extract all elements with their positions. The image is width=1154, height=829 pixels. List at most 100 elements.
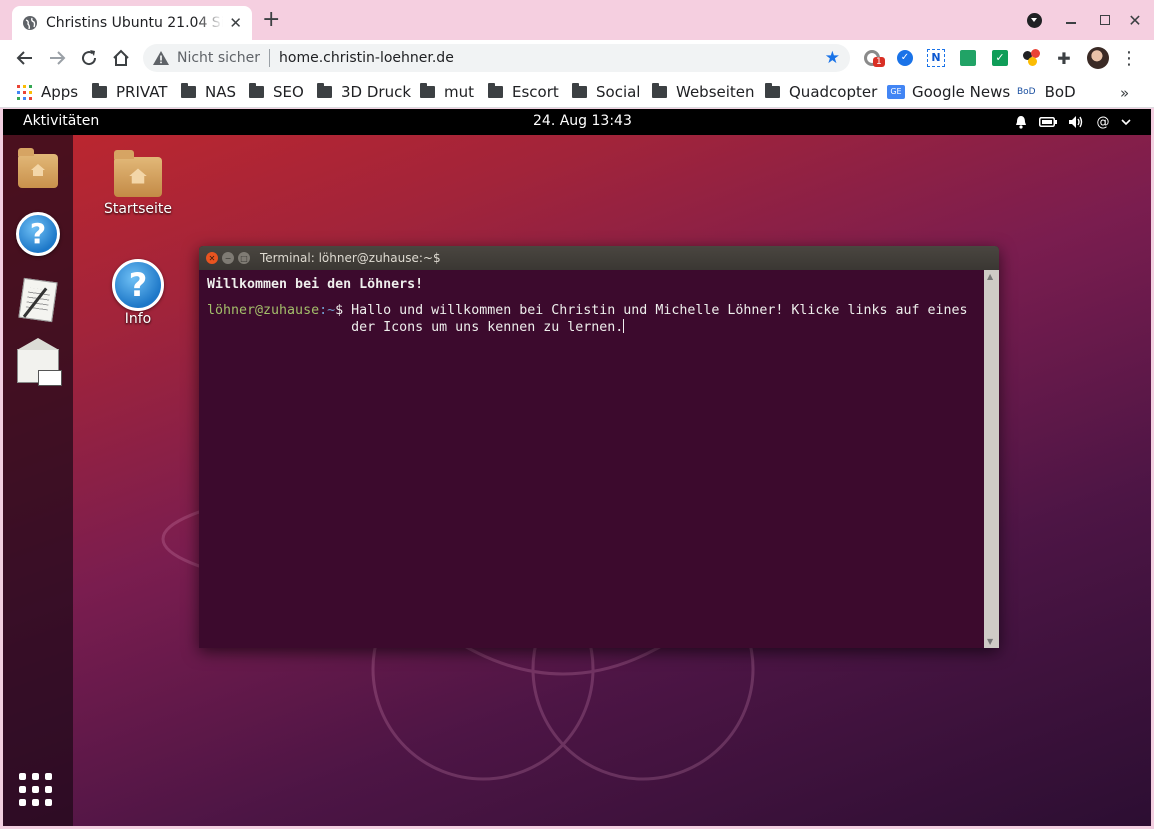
chevron-down-icon xyxy=(1026,12,1042,28)
home-button[interactable] xyxy=(109,46,133,70)
home-folder-icon xyxy=(114,150,162,197)
profile-button[interactable] xyxy=(1086,47,1110,69)
bookmark-apps[interactable]: Apps xyxy=(17,80,78,104)
folder-icon xyxy=(181,83,196,98)
bell-icon[interactable] xyxy=(1013,114,1029,130)
bookmark-bod[interactable]: BoD BoD xyxy=(1017,80,1076,104)
dock-help[interactable]: ? xyxy=(15,211,61,257)
url-text[interactable]: home.christin-loehner.de xyxy=(279,50,454,66)
bookmark-star-icon[interactable]: ★ xyxy=(825,48,840,68)
green-check-extension-icon: ✓ xyxy=(992,50,1008,66)
browser-tab[interactable]: Christins Ubuntu 21.04 Simulation ✕ xyxy=(12,6,252,40)
bookmark-folder-mut[interactable]: mut xyxy=(420,80,474,104)
prompt-symbol: $ xyxy=(335,303,352,318)
separator xyxy=(269,49,270,67)
prompt-message: Hallo und willkommen bei Christin und Mi… xyxy=(351,303,968,335)
bookmark-label: Quadcopter xyxy=(789,83,878,101)
scroll-down-arrow-icon[interactable]: ▼ xyxy=(987,637,993,646)
avatar xyxy=(1087,47,1109,69)
terminal-window[interactable]: ✕ − □ Terminal: löhner@zuhause:~$ Willko… xyxy=(199,246,999,648)
terminal-scrollbar[interactable]: ▲ ▼ xyxy=(984,270,999,648)
extensions-button[interactable]: ✚ xyxy=(1054,48,1074,68)
folder-icon xyxy=(488,83,503,98)
more-bookmarks-button[interactable]: » xyxy=(1120,84,1129,102)
security-label[interactable]: Nicht sicher xyxy=(177,50,260,66)
checkmark-extension-icon: ✓ xyxy=(897,50,913,66)
battery-icon[interactable] xyxy=(1038,114,1058,130)
close-window-button[interactable]: ✕ xyxy=(1126,8,1144,32)
tab-search-button[interactable] xyxy=(1024,8,1044,32)
folder-icon xyxy=(765,83,780,98)
terminal-titlebar[interactable]: ✕ − □ Terminal: löhner@zuhause:~$ xyxy=(199,246,999,270)
folder-icon xyxy=(92,83,107,98)
bookmark-google-news[interactable]: GE Google News xyxy=(887,80,1010,104)
show-applications-grid-icon[interactable] xyxy=(19,773,52,806)
clock[interactable]: 24. Aug 13:43 xyxy=(533,113,632,129)
globe-icon xyxy=(23,16,37,30)
text-cursor xyxy=(623,319,625,333)
system-menu-chevron-icon[interactable] xyxy=(1119,114,1133,130)
kebab-menu-icon: ⋮ xyxy=(1120,47,1138,69)
extension-gray-button[interactable]: 1 xyxy=(862,48,885,68)
extension-dots-button[interactable] xyxy=(1022,48,1042,68)
dock-mail[interactable] xyxy=(15,338,62,389)
volume-icon[interactable] xyxy=(1067,114,1085,130)
colored-dots-extension-icon xyxy=(1023,49,1041,67)
bookmark-label: PRIVAT xyxy=(116,83,168,101)
bookmark-folder-3d-druck[interactable]: 3D Druck xyxy=(317,80,411,104)
bookmark-folder-social[interactable]: Social xyxy=(572,80,640,104)
terminal-minimize-button[interactable]: − xyxy=(222,252,234,264)
activities-button[interactable]: Aktivitäten xyxy=(23,113,99,129)
browser-toolbar: Nicht sicher home.christin-loehner.de ★ … xyxy=(0,40,1154,76)
text-editor-icon xyxy=(18,277,58,323)
bookmark-folder-privat[interactable]: PRIVAT xyxy=(92,80,167,104)
menu-button[interactable]: ⋮ xyxy=(1119,47,1139,69)
bookmark-folder-seo[interactable]: SEO xyxy=(249,80,304,104)
bookmark-label: NAS xyxy=(205,83,237,101)
bookmark-label: Webseiten xyxy=(676,83,755,101)
extension-badge: 1 xyxy=(873,57,885,67)
bookmark-folder-escort[interactable]: Escort xyxy=(488,80,559,104)
help-icon: ? xyxy=(16,212,60,256)
bookmark-folder-nas[interactable]: NAS xyxy=(181,80,236,104)
extension-green2-button[interactable]: ✓ xyxy=(990,48,1010,68)
terminal-welcome: Willkommen bei den Löhners! xyxy=(207,277,424,292)
forward-button[interactable] xyxy=(45,46,69,70)
home-folder-icon xyxy=(18,148,58,188)
bookmark-folder-quadcopter[interactable]: Quadcopter xyxy=(765,80,877,104)
ubuntu-desktop: Aktivitäten 24. Aug 13:43 @ ? Startseite… xyxy=(3,109,1151,826)
help-icon: ? xyxy=(112,259,164,311)
dock-text-editor[interactable] xyxy=(15,277,61,323)
new-tab-button[interactable]: + xyxy=(262,9,280,31)
mail-contact-icon xyxy=(17,338,62,386)
address-bar[interactable]: Nicht sicher home.christin-loehner.de ★ xyxy=(143,44,850,72)
back-button[interactable] xyxy=(13,46,37,70)
bookmark-label: Google News xyxy=(912,83,1011,101)
extension-green-button[interactable] xyxy=(958,48,978,68)
puzzle-icon: ✚ xyxy=(1057,48,1071,68)
folder-icon xyxy=(249,83,264,98)
extension-n-button[interactable]: N xyxy=(926,48,946,68)
maximize-button[interactable] xyxy=(1096,8,1114,32)
desktop-icon-info[interactable]: ? Info xyxy=(93,259,183,327)
extension-blue-button[interactable]: ✓ xyxy=(895,48,915,68)
home-icon xyxy=(113,49,129,66)
terminal-prompt-line: löhner@zuhause:~ $ Hallo und willkommen b… xyxy=(207,303,976,336)
desktop-icon-startseite[interactable]: Startseite xyxy=(93,149,183,217)
dock-home-folder[interactable] xyxy=(15,145,61,191)
terminal-maximize-button[interactable]: □ xyxy=(238,252,250,264)
terminal-title: Terminal: löhner@zuhause:~$ xyxy=(260,251,441,265)
folder-icon xyxy=(317,83,332,98)
minimize-button[interactable] xyxy=(1062,8,1080,32)
scroll-up-arrow-icon[interactable]: ▲ xyxy=(987,272,993,281)
reload-button[interactable] xyxy=(77,46,101,70)
terminal-close-button[interactable]: ✕ xyxy=(206,252,218,264)
ubuntu-dock: ? xyxy=(3,135,73,826)
terminal-output[interactable]: Willkommen bei den Löhners! löhner@zuhau… xyxy=(199,270,984,648)
at-network-icon[interactable]: @ xyxy=(1095,114,1111,130)
close-tab-icon[interactable]: ✕ xyxy=(229,14,242,32)
minimize-icon xyxy=(1066,22,1076,24)
bookmark-folder-webseiten[interactable]: Webseiten xyxy=(652,80,755,104)
desktop-icon-label: Info xyxy=(124,311,152,327)
browser-titlebar: Christins Ubuntu 21.04 Simulation ✕ + ✕ xyxy=(0,0,1154,40)
